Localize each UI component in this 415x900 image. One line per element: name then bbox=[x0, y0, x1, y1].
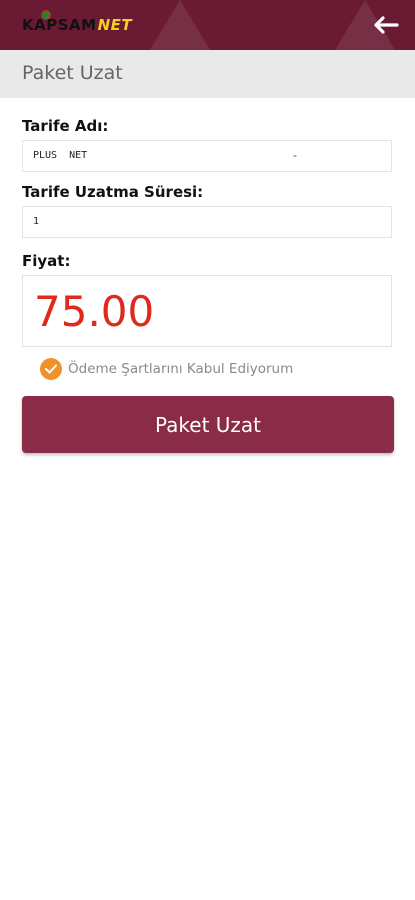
tariff-name-label: Tarife Adı: bbox=[22, 117, 109, 135]
logo-dot-icon bbox=[41, 10, 51, 20]
app-logo: KAPSAM NET bbox=[22, 10, 132, 37]
tariff-name-suffix: - bbox=[293, 149, 297, 162]
duration-field[interactable]: 1 bbox=[22, 206, 392, 238]
terms-label: Ödeme Şartlarını Kabul Ediyorum bbox=[68, 361, 294, 377]
price-label: Fiyat: bbox=[22, 252, 71, 270]
price-field: 75.00 bbox=[22, 275, 392, 347]
extend-package-button[interactable]: Paket Uzat bbox=[22, 396, 394, 453]
terms-row[interactable]: Ödeme Şartlarını Kabul Ediyorum bbox=[40, 356, 293, 382]
header-decor-triangle bbox=[150, 0, 210, 50]
page-title: Paket Uzat bbox=[22, 62, 123, 84]
arrow-left-icon bbox=[374, 16, 399, 34]
checkmark-icon bbox=[45, 364, 57, 374]
tariff-name-value: PLUS NET bbox=[33, 150, 88, 161]
tariff-name-field[interactable]: PLUS NET - bbox=[22, 140, 392, 172]
back-button[interactable] bbox=[371, 10, 401, 40]
duration-label: Tarife Uzatma Süresi: bbox=[22, 183, 204, 201]
terms-checkbox[interactable] bbox=[40, 358, 62, 380]
app-header: KAPSAM NET bbox=[0, 0, 415, 50]
price-value: 75.00 bbox=[34, 287, 155, 336]
title-bar: Paket Uzat bbox=[0, 50, 415, 98]
duration-value: 1 bbox=[33, 216, 40, 227]
